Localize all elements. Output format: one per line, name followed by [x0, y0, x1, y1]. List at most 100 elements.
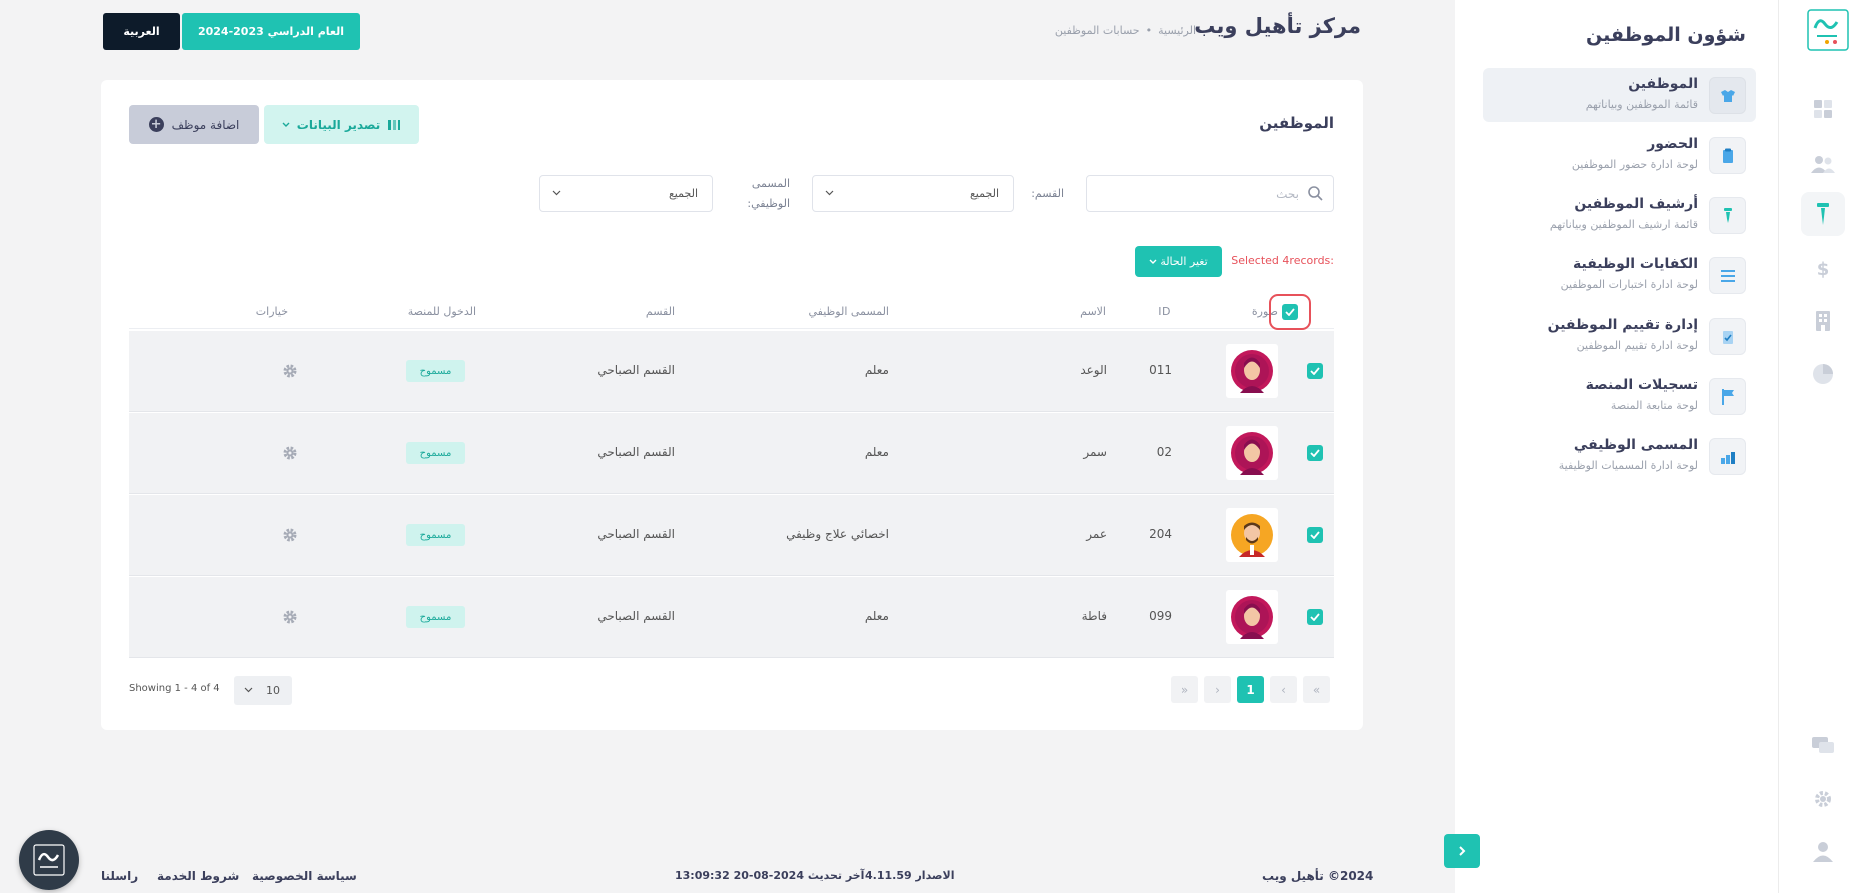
search-field[interactable] [1086, 175, 1334, 212]
access-badge: مسموح [406, 606, 465, 628]
dashboard-icon[interactable] [1801, 87, 1845, 131]
gear-icon[interactable] [282, 445, 298, 465]
row-checkbox[interactable] [1307, 363, 1323, 379]
selected-records-text: Selected 4records: [1231, 254, 1334, 267]
breadcrumb-home[interactable]: الرئيسية [1158, 24, 1196, 37]
pie-chart-icon[interactable] [1801, 352, 1845, 396]
avatar [1226, 426, 1278, 480]
gear-icon[interactable] [282, 527, 298, 547]
header-platform-access: الدخول للمنصة [407, 305, 476, 318]
access-badge: مسموح [406, 360, 465, 382]
finance-icon[interactable]: $ [1801, 246, 1845, 290]
icon-rail: $ [1778, 0, 1872, 893]
row-checkbox[interactable] [1307, 527, 1323, 543]
showing-records-text: Showing 1 - 4 of 4 [129, 683, 220, 694]
cell-id: 204 [1149, 527, 1172, 541]
sidebar-item-subtitle: لوحة متابعة المنصة [1610, 399, 1698, 412]
job-title-select[interactable]: الجميع [539, 175, 713, 212]
job-title-label-line1: المسمى [751, 177, 790, 190]
sidebar-item-subtitle: قائمة الموظفين وبياناتهم [1585, 98, 1698, 111]
cell-job-title: معلم [864, 445, 889, 459]
export-data-button[interactable]: تصدير البيانات [264, 105, 419, 144]
app-logo[interactable] [1807, 6, 1849, 52]
cell-department: القسم الصباحي [597, 363, 675, 377]
pagination-next-button[interactable]: › [1204, 676, 1231, 703]
per-page-value: 10 [266, 684, 280, 697]
chevron-right-icon [1459, 846, 1466, 856]
access-badge: مسموح [406, 524, 465, 546]
user-icon[interactable] [1801, 830, 1845, 874]
table-row[interactable]: 099 فاطة معلم القسم الصباحي مسموح [129, 577, 1334, 658]
change-status-button[interactable]: تغير الحالة [1135, 246, 1222, 277]
gear-icon[interactable] [282, 609, 298, 629]
check-icon [1310, 613, 1320, 621]
floating-help-button[interactable] [19, 830, 79, 890]
gear-icon[interactable] [282, 363, 298, 383]
chat-icon[interactable] [1801, 724, 1845, 768]
department-label: القسم: [1031, 187, 1064, 200]
employees-icon[interactable] [1801, 192, 1845, 236]
language-button[interactable]: العربية [103, 13, 180, 50]
department-select[interactable]: الجميع [812, 175, 1014, 212]
chevron-down-icon [1149, 259, 1157, 264]
table-row[interactable]: 204 عمر اخصائي علاج وظيفي القسم الصباحي … [129, 495, 1334, 576]
students-icon[interactable] [1801, 142, 1845, 186]
header-department: القسم [645, 305, 675, 318]
chevron-down-icon [552, 190, 561, 196]
job-title-select-value: الجميع [668, 187, 698, 200]
table-row[interactable]: 02 سمر معلم القسم الصباحي مسموح [129, 413, 1334, 494]
female-avatar-icon [1231, 596, 1273, 639]
per-page-select[interactable]: 10 [234, 676, 292, 705]
pagination: » › 1 ‹ « [1171, 676, 1330, 703]
department-select-value: الجميع [969, 187, 999, 200]
row-checkbox[interactable] [1307, 609, 1323, 625]
pagination-prev-button[interactable]: ‹ [1270, 676, 1297, 703]
pagination-first-button[interactable]: « [1303, 676, 1330, 703]
building-icon[interactable] [1801, 299, 1845, 343]
header-options: خيارات [255, 305, 288, 318]
sidebar-item-competencies[interactable]: الكفايات الوظيفية لوحة ادارة اختبارات ال… [1483, 248, 1756, 302]
sidebar-item-subtitle: قائمة ارشيف الموظفين وبياناتهم [1549, 218, 1698, 231]
add-employee-button[interactable]: + اضافة موظف [129, 105, 259, 144]
footer-link-terms[interactable]: شروط الخدمة [157, 869, 239, 883]
cell-name: فاطة [1081, 609, 1107, 623]
add-employee-label: اضافة موظف [171, 117, 240, 132]
pagination-page-button[interactable]: 1 [1237, 676, 1264, 703]
sidebar-item-archive[interactable]: أرشيف الموظفين قائمة ارشيف الموظفين وبيا… [1483, 188, 1756, 242]
cell-id: 011 [1149, 363, 1172, 377]
sidebar-item-subtitle: لوحة ادارة حضور الموظفين [1571, 158, 1698, 171]
sidebar-toggle-button[interactable] [1444, 834, 1480, 868]
search-input[interactable] [1099, 176, 1299, 211]
table-row[interactable]: 011 الوعد معلم القسم الصباحي مسموح [129, 331, 1334, 412]
check-icon [1310, 367, 1320, 375]
chevron-down-icon [825, 190, 834, 196]
sidebar-item-attendance[interactable]: الحضور لوحة ادارة حضور الموظفين [1483, 128, 1756, 182]
plus-icon: + [148, 117, 164, 132]
male-avatar-icon [1231, 514, 1273, 557]
select-all-highlight [1269, 294, 1311, 330]
cell-job-title: معلم [864, 609, 889, 623]
footer-link-contact[interactable]: راسلنا [101, 869, 138, 883]
academic-year-button[interactable]: العام الدراسي 2023-2024 [182, 13, 360, 50]
sidebar-item-evaluation[interactable]: إدارة تقييم الموظفين لوحة ادارة تقييم ال… [1483, 309, 1756, 363]
sidebar-item-job-titles[interactable]: المسمى الوظيفي لوحة ادارة المسميات الوظي… [1483, 429, 1756, 483]
bar-chart-icon [1709, 438, 1746, 475]
chevron-down-icon [282, 122, 290, 127]
settings-icon[interactable] [1801, 777, 1845, 821]
cell-department: القسم الصباحي [597, 445, 675, 459]
sidebar-item-employees[interactable]: الموظفين قائمة الموظفين وبياناتهم [1483, 68, 1756, 122]
sidebar-item-platform-logs[interactable]: تسجيلات المنصة لوحة متابعة المنصة [1483, 369, 1756, 423]
footer-link-privacy[interactable]: سياسة الخصوصية [252, 869, 357, 883]
header-job-title: المسمى الوظيفي [808, 305, 889, 318]
pagination-last-button[interactable]: » [1171, 676, 1198, 703]
header-id: ID [1158, 305, 1171, 318]
sub-sidebar: شؤون الموظفين الموظفين قائمة الموظفين وب… [1455, 0, 1778, 893]
export-data-label: تصدير البيانات [296, 117, 381, 132]
sidebar-item-title: الحضور [1647, 136, 1698, 152]
select-all-checkbox[interactable] [1282, 304, 1298, 320]
row-checkbox[interactable] [1307, 445, 1323, 461]
card-title: الموظفين [1259, 114, 1334, 132]
cell-id: 02 [1156, 445, 1172, 459]
app-logo-icon [33, 844, 65, 876]
tie-icon [1709, 197, 1746, 234]
